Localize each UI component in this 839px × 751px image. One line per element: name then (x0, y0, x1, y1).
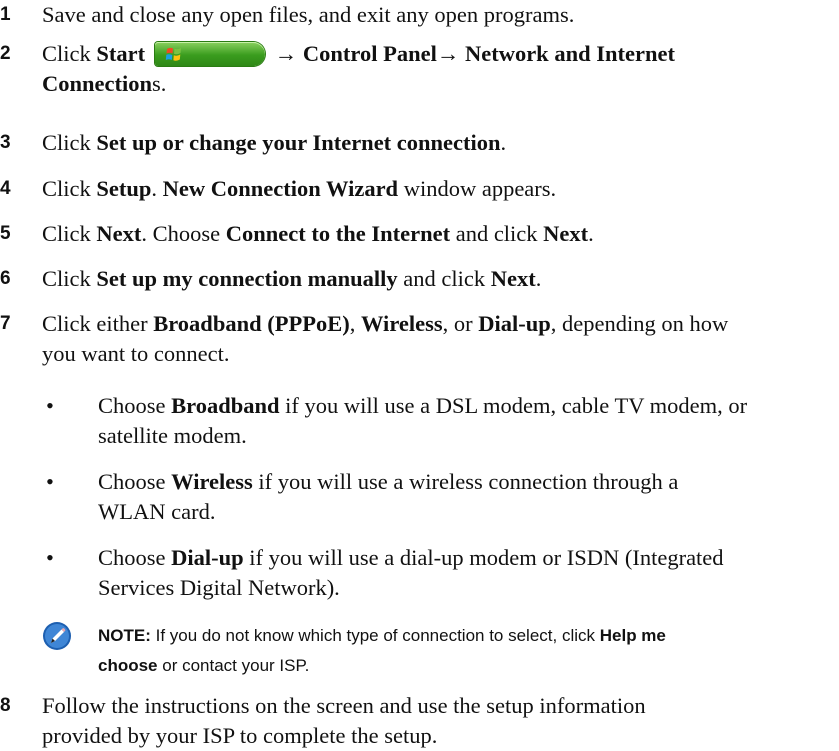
note-text-plain: If you do not know which type of connect… (150, 626, 600, 645)
step-text-plain: Follow the instructions on the screen an… (42, 693, 646, 718)
bullet-glyph: • (46, 393, 54, 418)
step-text-plain: provided by your ISP to complete the set… (42, 723, 438, 748)
bullet-glyph: • (46, 545, 54, 570)
note-label: NOTE: (98, 626, 151, 645)
bullet-text-plain: satellite modem. (98, 423, 247, 448)
bullet-text-plain: Choose (98, 469, 172, 494)
arrow-separator: → (269, 41, 303, 66)
step-text-plain: . (500, 130, 507, 155)
step-number: 7 (0, 313, 11, 334)
step-text: Click Set up or change your Internet con… (42, 128, 838, 158)
step-number: 3 (0, 132, 11, 153)
start-button-icon (155, 42, 266, 66)
step-text-plain: window appears. (398, 176, 557, 201)
step-text-plain: . (151, 176, 163, 201)
step-text: Click Set up my connection manually and … (42, 264, 838, 294)
help-me-choose-label: Help me (599, 626, 666, 645)
bullet-text-plain: if you will use a wireless connection th… (252, 469, 679, 494)
step-text: Click Setup. New Connection Wizard windo… (42, 174, 838, 204)
network-label: Network and Internet (464, 41, 675, 66)
step-number: 6 (0, 268, 11, 289)
broadband-label: Broadband (171, 393, 280, 418)
step-number: 8 (0, 695, 11, 716)
bullet-text-plain: WLAN card. (98, 499, 216, 524)
bullet-text-plain: if you will use a dial-up modem or ISDN … (243, 545, 724, 570)
pencil-note-icon (43, 622, 71, 650)
step-text-plain: and click (450, 221, 544, 246)
help-me-choose-label: choose (98, 656, 158, 675)
setup-label: Setup (96, 176, 152, 201)
bullet-text-plain: Choose (98, 545, 172, 570)
step-text-plain: Click (42, 221, 97, 246)
next-label: Next (96, 221, 142, 246)
step-text-plain: . (535, 266, 542, 291)
arrow-separator: → (436, 41, 465, 66)
step-text: Save and close any open files, and exit … (42, 2, 575, 27)
step-text-plain: Click (42, 130, 97, 155)
control-panel-label: Control Panel (302, 41, 437, 66)
step-text-plain: Click (42, 41, 97, 66)
bullet-text: Choose Broadband if you will use a DSL m… (98, 391, 838, 451)
step-text-plain: . Choose (141, 221, 226, 246)
step-text-plain: Click either (42, 311, 154, 336)
step-number: 5 (0, 223, 11, 244)
wizard-label: New Connection Wizard (162, 176, 399, 201)
next-label: Next (490, 266, 536, 291)
broadband-pppoe-label: Broadband (PPPoE) (153, 311, 350, 336)
bullet-text: Choose Wireless if you will use a wirele… (98, 467, 838, 527)
start-label: Start (96, 41, 146, 66)
bullet-text-plain: if you will use a DSL modem, cable TV mo… (279, 393, 748, 418)
bullet-text-plain: Choose (98, 393, 172, 418)
step-text-plain: , or (442, 311, 479, 336)
step-text: Click Next. Choose Connect to the Intern… (42, 219, 838, 249)
step-text-plain: you want to connect. (42, 341, 230, 366)
setup-internet-link-label: Set up or change your Internet connectio… (96, 130, 501, 155)
step-number: 1 (0, 4, 11, 25)
step-text-plain: Click (42, 266, 97, 291)
step-text-plain: . (588, 221, 594, 246)
step-text-plain: Click (42, 176, 97, 201)
bullet-text: Choose Dial-up if you will use a dial-up… (98, 543, 838, 603)
step-text: Click either Broadband (PPPoE), Wireless… (42, 309, 838, 369)
dialup-label: Dial-up (171, 545, 244, 570)
wireless-label: Wireless (360, 311, 443, 336)
next-label: Next (543, 221, 589, 246)
wireless-label: Wireless (171, 469, 253, 494)
step-number: 2 (0, 43, 11, 64)
dialup-label: Dial-up (478, 311, 551, 336)
connections-tail: s. (152, 71, 167, 96)
step-text-plain: , (349, 311, 361, 336)
connections-label: Connection (42, 71, 153, 96)
note-block: NOTE: If you do not know which type of c… (42, 621, 839, 683)
step-text-plain: , depending on how (550, 311, 729, 336)
step-number: 4 (0, 178, 11, 199)
step-text: Click Start → Control Panel→ Network and… (42, 39, 838, 99)
manual-setup-label: Set up my connection manually (96, 266, 398, 291)
bullet-glyph: • (46, 469, 54, 494)
bullet-text-plain: Services Digital Network). (98, 575, 340, 600)
note-text: NOTE: If you do not know which type of c… (98, 621, 838, 681)
connect-internet-label: Connect to the Internet (225, 221, 451, 246)
step-text: Follow the instructions on the screen an… (42, 691, 838, 751)
note-text-plain: or contact your ISP. (157, 656, 310, 675)
step-text-plain: and click (397, 266, 491, 291)
